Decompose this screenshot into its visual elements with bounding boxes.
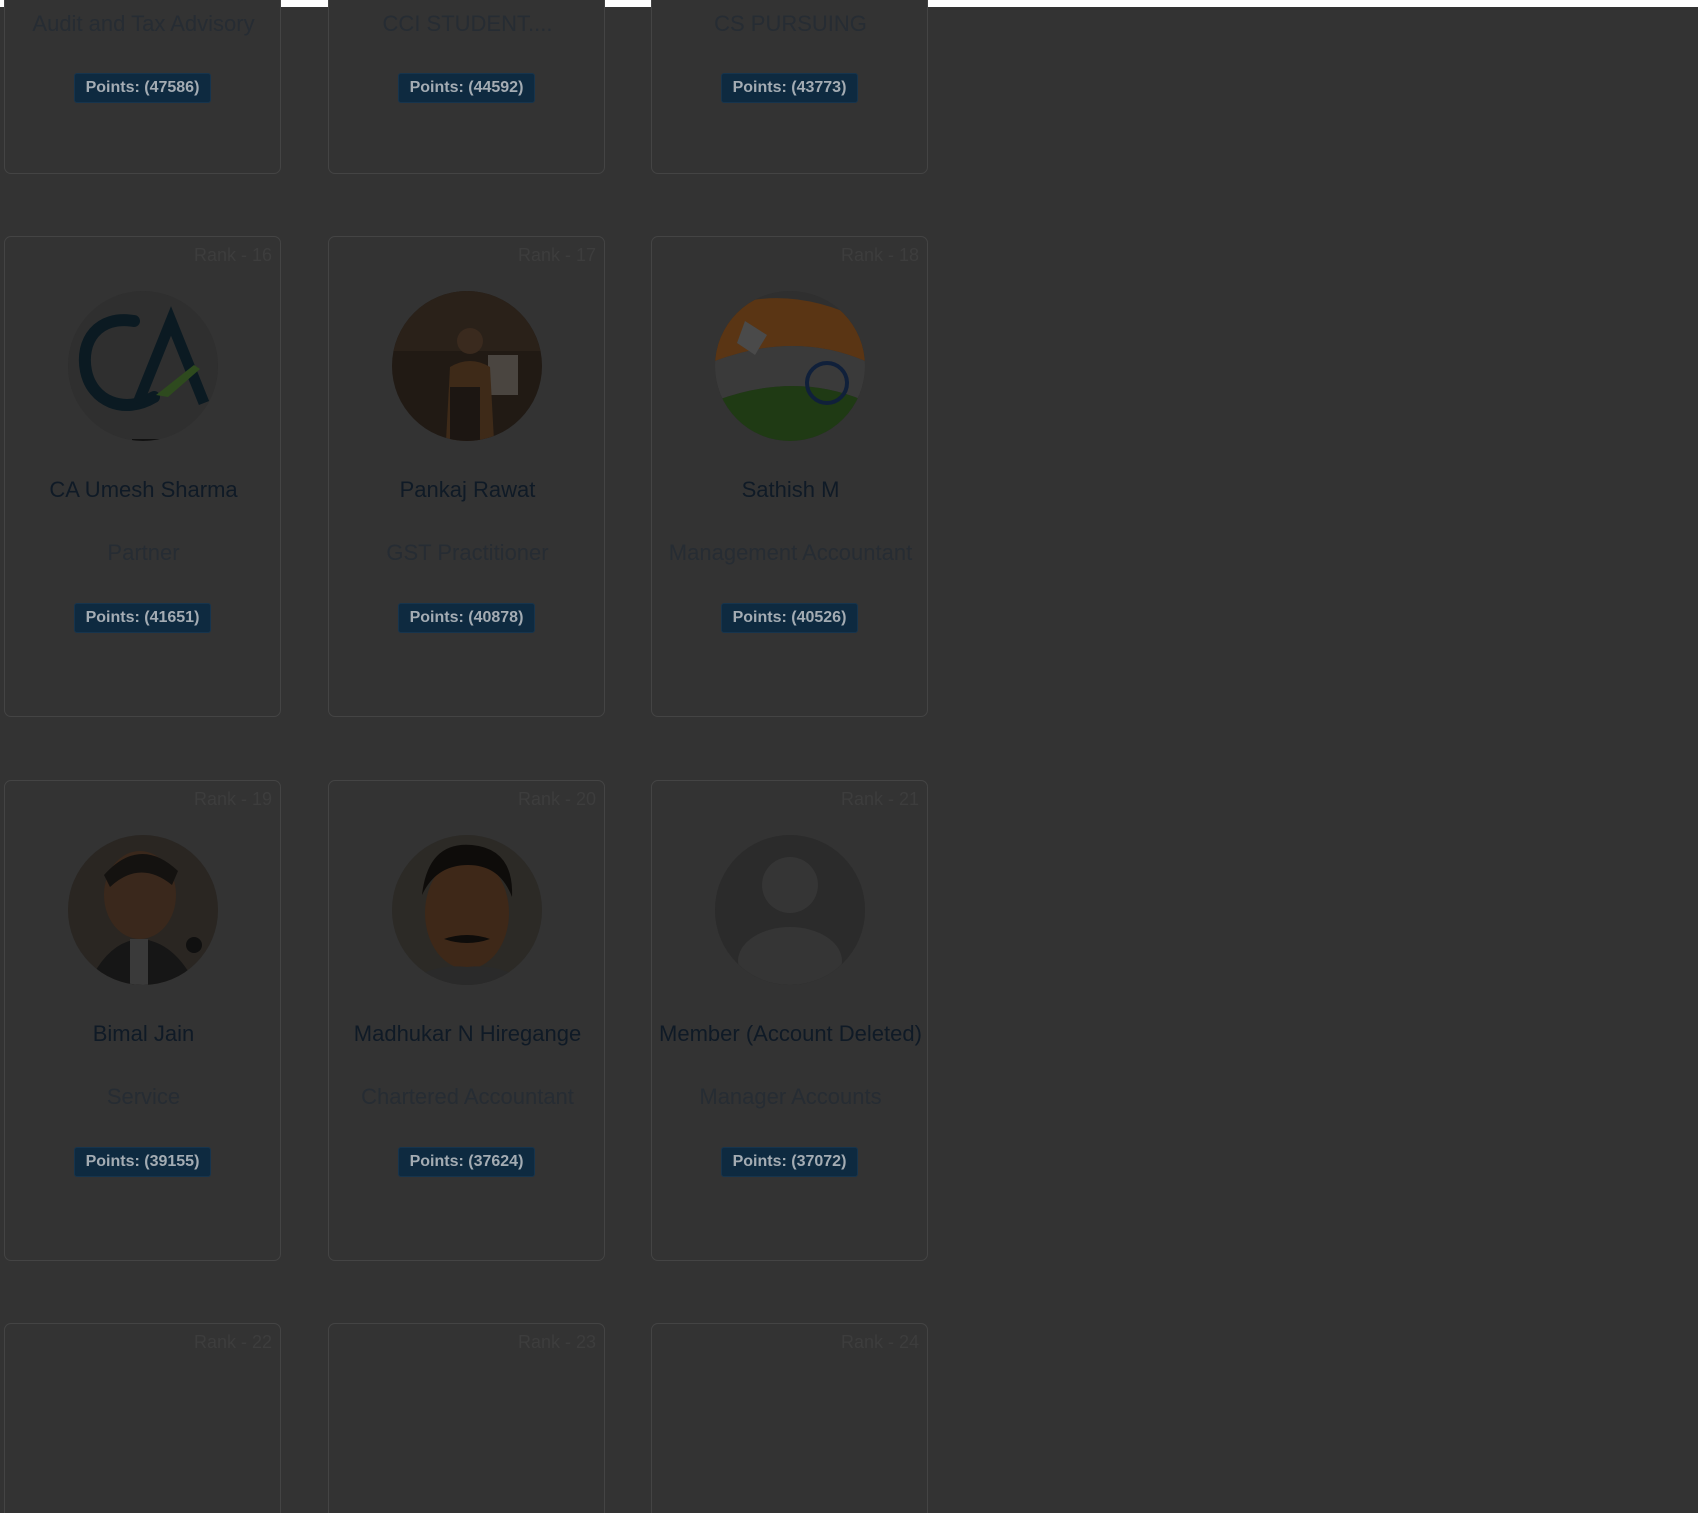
leaderboard-card[interactable]: Rank - 21 Member (Account Deleted) Manag… — [651, 780, 928, 1261]
rank-label: Rank - 16 — [193, 245, 272, 265]
portrait-photo-avatar[interactable] — [68, 835, 218, 985]
member-name[interactable]: Madhukar N Hiregange — [319, 1021, 616, 1047]
member-name[interactable]: Member (Account Deleted) — [642, 1021, 939, 1047]
points-badge: Points: (44592) — [398, 73, 535, 103]
member-title: GST Practitioner — [386, 540, 549, 565]
leaderboard-card[interactable]: CS PURSUING Points: (43773) — [651, 0, 928, 174]
india-flag-avatar[interactable] — [715, 291, 865, 441]
speaker-photo-avatar[interactable] — [392, 291, 542, 441]
member-title: Audit and Tax Advisory — [32, 11, 255, 36]
points-badge: Points: (39155) — [74, 1147, 211, 1177]
leaderboard-card[interactable]: Rank - 20 Madhukar N Hiregange Chartered… — [328, 780, 605, 1261]
member-title: Chartered Accountant — [361, 1084, 574, 1109]
points-badge: Points: (40878) — [398, 603, 535, 633]
leaderboard-card[interactable]: Rank - 23 — [328, 1323, 605, 1513]
leaderboard-card[interactable]: Rank - 22 — [4, 1323, 281, 1513]
member-title: Partner — [107, 540, 180, 565]
leaderboard-card[interactable]: Rank - 24 — [651, 1323, 928, 1513]
rank-label: Rank - 19 — [193, 789, 272, 809]
points-badge: Points: (43773) — [721, 73, 858, 103]
leaderboard-card[interactable]: Rank - 19 Bimal Jain Service Points: (39… — [4, 780, 281, 1261]
member-title: Manager Accounts — [699, 1084, 882, 1109]
points-badge: Points: (40526) — [721, 603, 858, 633]
points-badge: Points: (47586) — [74, 73, 211, 103]
member-title: CS PURSUING — [714, 11, 867, 36]
points-badge: Points: (41651) — [74, 603, 211, 633]
rank-label: Rank - 22 — [193, 1332, 272, 1352]
rank-label: Rank - 21 — [840, 789, 919, 809]
ca-logo-avatar[interactable] — [68, 291, 218, 441]
leaderboard-card[interactable]: Rank - 18 Sathish M Management Accountan… — [651, 236, 928, 717]
member-name[interactable]: Bimal Jain — [0, 1021, 292, 1047]
leaderboard-card[interactable]: Audit and Tax Advisory Points: (47586) — [4, 0, 281, 174]
leaderboard-grid: Audit and Tax Advisory Points: (47586) C… — [0, 0, 1698, 1513]
member-title: Service — [106, 1084, 181, 1109]
leaderboard-card[interactable]: CCI STUDENT.... Points: (44592) — [328, 0, 605, 174]
rank-label: Rank - 18 — [840, 245, 919, 265]
leaderboard-card[interactable]: Rank - 17 Pankaj Rawat GST Practitioner … — [328, 236, 605, 717]
rank-label: Rank - 23 — [517, 1332, 596, 1352]
default-user-avatar[interactable] — [715, 835, 865, 985]
leaderboard-card[interactable]: Rank - 16 CA Umesh Sharma Partner Points… — [4, 236, 281, 717]
member-title: CCI STUDENT.... — [382, 11, 553, 36]
portrait-photo-avatar[interactable] — [392, 835, 542, 985]
member-name[interactable]: Pankaj Rawat — [319, 477, 616, 503]
points-badge: Points: (37072) — [721, 1147, 858, 1177]
rank-label: Rank - 24 — [840, 1332, 919, 1352]
rank-label: Rank - 17 — [517, 245, 596, 265]
member-title: Management Accountant — [668, 540, 913, 565]
member-name[interactable]: Sathish M — [642, 477, 939, 503]
member-name[interactable]: CA Umesh Sharma — [0, 477, 292, 503]
rank-label: Rank - 20 — [517, 789, 596, 809]
points-badge: Points: (37624) — [398, 1147, 535, 1177]
